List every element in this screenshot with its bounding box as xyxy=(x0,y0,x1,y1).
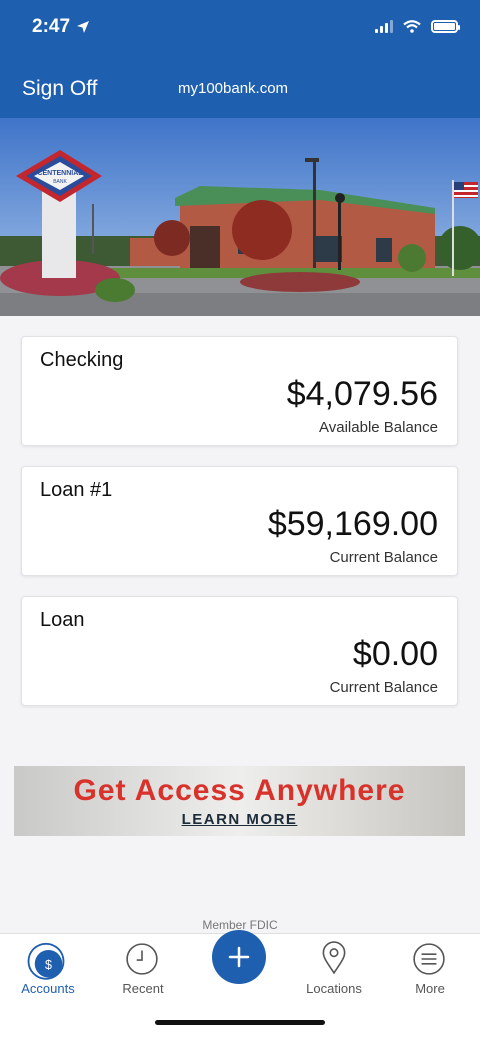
bank-sign-text: CENTENNIAL xyxy=(37,170,83,177)
account-balance-label: Current Balance xyxy=(329,549,438,566)
wifi-icon xyxy=(403,20,421,33)
tab-locations[interactable]: Locations xyxy=(286,934,382,1004)
menu-icon xyxy=(413,943,445,975)
promo-banner[interactable]: Get Access Anywhere LEARN MORE xyxy=(14,766,465,836)
dollar-icon: $ xyxy=(27,942,65,980)
site-url: my100bank.com xyxy=(178,80,289,97)
tab-label: More xyxy=(415,981,445,996)
account-amount: $59,169.00 xyxy=(267,505,438,543)
account-balance-label: Current Balance xyxy=(329,679,438,696)
battery-icon xyxy=(431,20,460,33)
account-card-checking[interactable]: Checking $4,079.56 Available Balance xyxy=(21,336,458,446)
account-name: Loan xyxy=(40,609,85,631)
branch-photo: CENTENNIAL BANK xyxy=(0,118,480,316)
account-card-loan[interactable]: Loan $0.00 Current Balance xyxy=(21,596,458,706)
account-card-loan-1[interactable]: Loan #1 $59,169.00 Current Balance xyxy=(21,466,458,576)
status-indicators xyxy=(375,20,460,33)
learn-more-link[interactable]: LEARN MORE xyxy=(14,811,465,828)
promo-title: Get Access Anywhere xyxy=(73,774,406,807)
tab-recent[interactable]: Recent xyxy=(95,934,191,1004)
location-pin-icon xyxy=(322,941,346,975)
add-action-button[interactable] xyxy=(212,930,266,984)
cellular-signal-icon xyxy=(375,20,393,33)
location-arrow-icon xyxy=(77,21,90,33)
account-amount: $0.00 xyxy=(352,635,438,673)
tab-label: Accounts xyxy=(21,981,75,996)
tab-label: Recent xyxy=(122,981,164,996)
tab-label: Locations xyxy=(306,981,362,996)
tab-more[interactable]: More xyxy=(382,934,478,1004)
account-amount: $4,079.56 xyxy=(286,375,438,413)
clock-icon xyxy=(126,943,158,975)
account-name: Checking xyxy=(40,349,124,371)
account-name: Loan #1 xyxy=(40,479,113,501)
svg-text:$: $ xyxy=(45,958,52,972)
tab-accounts[interactable]: $ Accounts xyxy=(0,934,96,1004)
account-balance-label: Available Balance xyxy=(319,419,438,436)
bank-sign-subtext: BANK xyxy=(53,179,67,185)
status-time: 2:47 xyxy=(32,16,90,38)
home-indicator xyxy=(155,1020,325,1025)
sign-off-button[interactable]: Sign Off xyxy=(22,77,98,101)
plus-icon xyxy=(228,946,250,968)
app-header: 2:47 Sign Off my100bank.com xyxy=(0,0,480,118)
status-time-text: 2:47 xyxy=(32,16,71,37)
